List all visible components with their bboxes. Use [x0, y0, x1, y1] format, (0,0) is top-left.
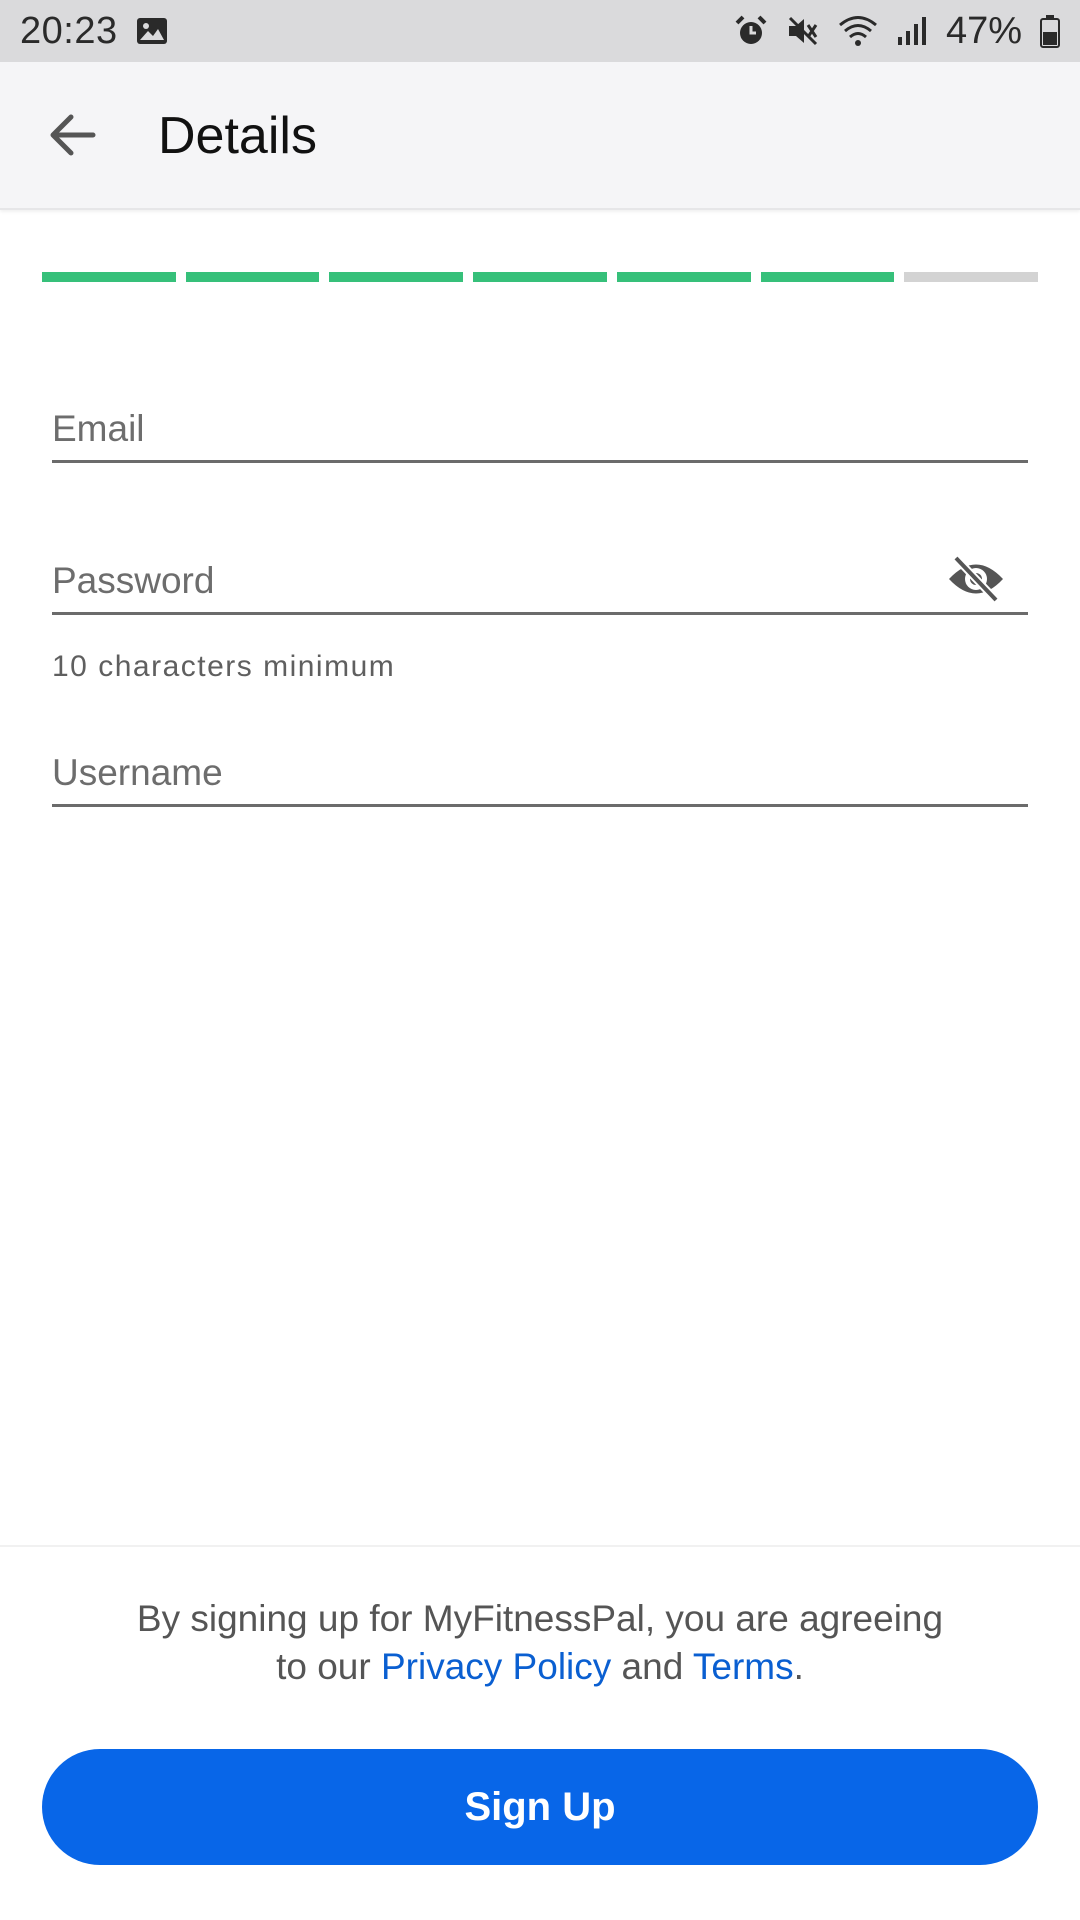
progress-step-complete	[329, 272, 464, 282]
terms-to-our: to our	[276, 1646, 381, 1687]
progress-step-complete	[473, 272, 607, 282]
progress-step-complete	[760, 272, 895, 282]
sign-up-button[interactable]: Sign Up	[42, 1749, 1038, 1865]
wifi-icon	[838, 14, 878, 48]
password-field[interactable]	[52, 560, 1028, 615]
status-time: 20:23	[20, 9, 118, 52]
battery-percent: 47%	[945, 9, 1022, 52]
username-field[interactable]	[52, 752, 1028, 807]
privacy-policy-link[interactable]: Privacy Policy	[381, 1646, 611, 1687]
password-field-container	[52, 554, 1028, 615]
terms-link[interactable]: Terms	[693, 1646, 794, 1687]
app-bar: Details	[0, 62, 1080, 210]
arrow-left-icon	[49, 113, 97, 162]
email-field-container	[52, 408, 1028, 463]
terms-and: and	[611, 1646, 693, 1687]
signal-icon	[896, 15, 928, 47]
progress-step-incomplete	[904, 272, 1039, 282]
battery-icon	[1040, 14, 1060, 48]
step-progress	[42, 272, 1039, 284]
terms-text: By signing up for MyFitnessPal, you are …	[60, 1595, 1020, 1691]
terms-line-1: By signing up for MyFitnessPal, you are …	[136, 1598, 944, 1639]
mute-icon	[786, 14, 820, 48]
status-right: 47%	[734, 10, 1060, 53]
image-icon	[136, 17, 168, 45]
status-left: 20:23	[20, 10, 168, 53]
username-field-container	[52, 752, 1028, 807]
terms-period: .	[793, 1646, 804, 1687]
toggle-password-visibility-button[interactable]	[944, 554, 1008, 608]
status-bar: 20:23 47%	[0, 0, 1080, 62]
eye-off-icon	[946, 554, 1006, 609]
email-field[interactable]	[52, 408, 1028, 463]
footer: By signing up for MyFitnessPal, you are …	[0, 1545, 1080, 1920]
progress-step-complete	[616, 272, 751, 282]
back-button[interactable]	[40, 104, 106, 170]
progress-step-complete	[185, 272, 320, 282]
alarm-icon	[734, 14, 768, 48]
progress-step-complete	[42, 272, 176, 282]
page-title: Details	[158, 107, 317, 165]
password-helper-text: 10 characters minimum	[52, 650, 396, 683]
